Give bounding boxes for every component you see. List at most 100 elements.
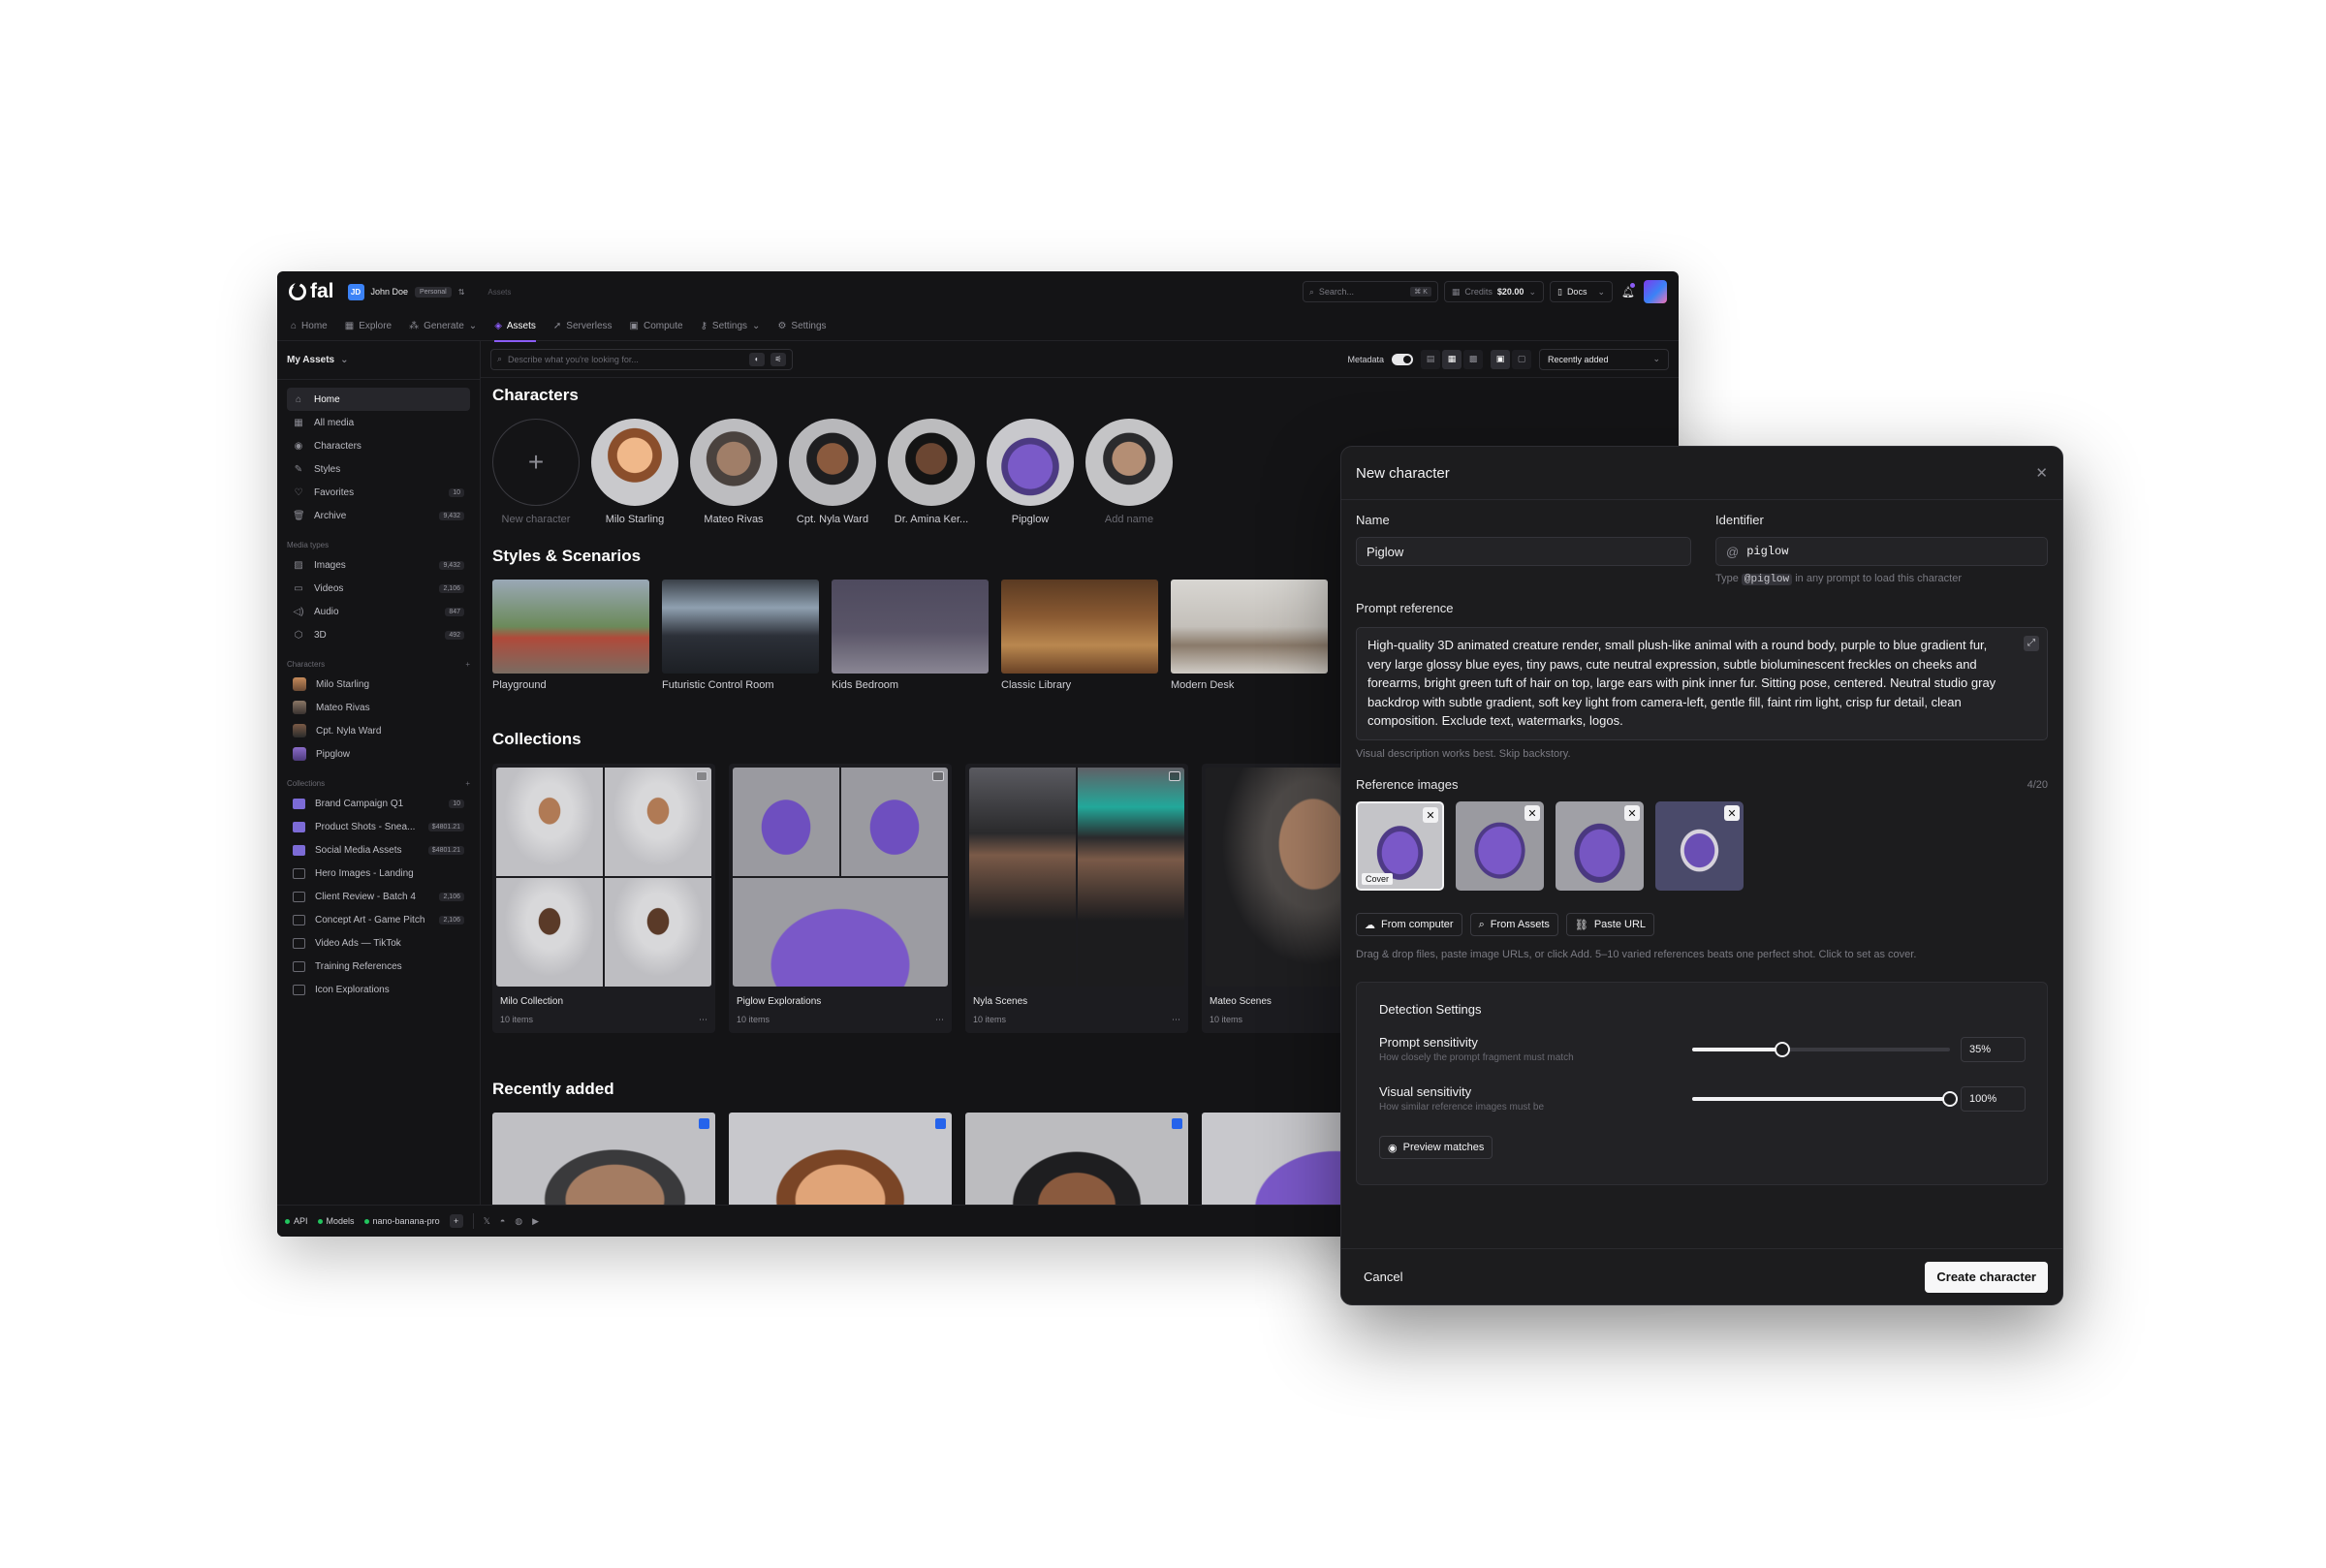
name-input[interactable]: Piglow: [1356, 537, 1691, 566]
character-card[interactable]: Cpt. Nyla Ward: [789, 419, 876, 525]
preview-matches-button[interactable]: ◉ Preview matches: [1379, 1136, 1493, 1159]
collection-card[interactable]: Nyla Scenes 10 items ⋯: [965, 764, 1188, 1033]
reference-image[interactable]: ✕: [1456, 801, 1544, 891]
tab-settings[interactable]: ⚙ Settings: [777, 312, 826, 341]
remove-icon[interactable]: ✕: [1624, 805, 1640, 821]
plus-icon[interactable]: +: [465, 779, 470, 788]
paste-url-button[interactable]: ⛓ Paste URL: [1565, 913, 1655, 936]
slider-handle[interactable]: [1775, 1042, 1791, 1057]
sidebar-item-styles[interactable]: ✎ Styles: [287, 457, 470, 481]
youtube-icon[interactable]: ▶: [532, 1216, 539, 1227]
sidebar-collection[interactable]: Client Review - Batch 4 2,106: [287, 885, 470, 908]
collection-card[interactable]: Milo Collection 10 items ⋯: [492, 764, 715, 1033]
style-card[interactable]: Modern Desk: [1171, 580, 1328, 691]
describe-search-input[interactable]: ⌕ Describe what you're looking for... ◐ …: [490, 348, 793, 370]
create-character-button[interactable]: Create character: [1925, 1261, 2048, 1293]
visual-sensitivity-input[interactable]: 100%: [1961, 1086, 2026, 1112]
sidebar-collection[interactable]: Product Shots - Snea... $4801.21: [287, 815, 470, 838]
sidebar-item-audio[interactable]: ◁) Audio 847: [287, 600, 470, 623]
sidebar-character-mateo[interactable]: Mateo Rivas: [287, 696, 470, 719]
sidebar-item-images[interactable]: ▨ Images 9,432: [287, 553, 470, 577]
slider-handle[interactable]: [1942, 1091, 1958, 1107]
visual-sensitivity-slider[interactable]: [1692, 1091, 1958, 1107]
my-assets-dropdown[interactable]: My Assets ⌄: [277, 349, 480, 380]
character-card[interactable]: Mateo Rivas: [690, 419, 777, 525]
close-icon[interactable]: ✕: [2035, 464, 2048, 482]
more-icon[interactable]: ⋯: [699, 1015, 707, 1025]
sidebar-collection[interactable]: Brand Campaign Q1 10: [287, 792, 470, 815]
character-card[interactable]: Dr. Amina Ker...: [888, 419, 975, 525]
character-card[interactable]: Pipglow: [987, 419, 1074, 525]
filter-icon[interactable]: ⚟: [770, 352, 786, 366]
sidebar-character-milo[interactable]: Milo Starling: [287, 673, 470, 696]
discord-icon[interactable]: ◓: [500, 1216, 505, 1226]
reference-image-cover[interactable]: ✕ Cover: [1356, 801, 1444, 891]
sidebar-collection[interactable]: Icon Explorations: [287, 978, 470, 1001]
add-model-button[interactable]: +: [449, 1214, 463, 1228]
tab-compute[interactable]: ▣ Compute: [630, 312, 683, 341]
recent-asset-card[interactable]: [965, 1113, 1188, 1205]
remove-icon[interactable]: ✕: [1724, 805, 1740, 821]
notifications-button[interactable]: 🔔︎: [1619, 281, 1638, 302]
new-character-card[interactable]: + New character: [492, 419, 580, 525]
prompt-sensitivity-slider[interactable]: [1692, 1042, 1950, 1057]
dense-grid-icon[interactable]: ▩: [1463, 349, 1483, 369]
identifier-input[interactable]: @ piglow: [1715, 537, 2048, 566]
sidebar-item-home[interactable]: ⌂ Home: [287, 388, 470, 411]
models-status[interactable]: Models: [317, 1216, 355, 1226]
tab-serverless[interactable]: ➚ Serverless: [553, 312, 613, 341]
api-status[interactable]: API: [285, 1216, 308, 1226]
docs-button[interactable]: ▯ Docs ⌄: [1549, 281, 1613, 302]
sidebar-item-characters[interactable]: ◉ Characters: [287, 434, 470, 457]
character-card[interactable]: Add name: [1085, 419, 1173, 525]
image-search-icon[interactable]: ◐: [749, 352, 765, 366]
x-icon[interactable]: 𝕏: [484, 1216, 490, 1227]
style-card[interactable]: Kids Bedroom: [832, 580, 989, 691]
prompt-reference-textarea[interactable]: High-quality 3D animated creature render…: [1356, 627, 2048, 740]
tab-home[interactable]: ⌂ Home: [291, 312, 328, 341]
grid-view-icon[interactable]: ▦: [1442, 349, 1462, 369]
sidebar-item-3d[interactable]: ⬡ 3D 492: [287, 623, 470, 646]
sidebar-item-all-media[interactable]: ▦ All media: [287, 411, 470, 434]
metadata-toggle[interactable]: [1392, 353, 1413, 365]
sidebar-item-videos[interactable]: ▭ Videos 2,106: [287, 577, 470, 600]
from-computer-button[interactable]: ☁ From computer: [1356, 913, 1462, 936]
sidebar-item-favorites[interactable]: ♡ Favorites 10: [287, 481, 470, 504]
tab-explore[interactable]: ▦ Explore: [345, 312, 392, 341]
from-assets-button[interactable]: ⌕ From Assets: [1469, 913, 1558, 936]
tab-settings-keys[interactable]: ⚷ Settings ⌄: [701, 312, 761, 341]
tab-assets[interactable]: ◈ Assets: [494, 312, 536, 342]
credits-button[interactable]: ▦ Credits $20.00 ⌄: [1443, 281, 1544, 302]
large-thumbs-icon[interactable]: ▣: [1491, 349, 1510, 369]
sidebar-item-archive[interactable]: 🗑︎ Archive 9,432: [287, 504, 470, 527]
more-icon[interactable]: ⋯: [1172, 1015, 1180, 1025]
github-icon[interactable]: ◍: [515, 1216, 522, 1227]
style-card[interactable]: Playground: [492, 580, 649, 691]
reference-image[interactable]: ✕: [1556, 801, 1644, 891]
remove-icon[interactable]: ✕: [1423, 807, 1438, 823]
more-icon[interactable]: ⋯: [935, 1015, 944, 1025]
fal-logo[interactable]: fal: [289, 280, 334, 303]
sort-dropdown[interactable]: Recently added ⌄: [1539, 348, 1669, 370]
sidebar-collection[interactable]: Concept Art - Game Pitch 2,106: [287, 908, 470, 931]
sidebar-collection[interactable]: Hero Images - Landing: [287, 862, 470, 885]
cancel-button[interactable]: Cancel: [1364, 1270, 1402, 1284]
collection-card[interactable]: Piglow Explorations 10 items ⋯: [729, 764, 952, 1033]
style-card[interactable]: Futuristic Control Room: [662, 580, 819, 691]
tab-generate[interactable]: ⁂ Generate ⌄: [409, 312, 477, 341]
small-thumbs-icon[interactable]: ▢: [1512, 349, 1531, 369]
sidebar-character-nyla[interactable]: Cpt. Nyla Ward: [287, 719, 470, 742]
expand-icon[interactable]: ⤢: [2024, 636, 2039, 651]
sidebar-collection[interactable]: Video Ads — TikTok: [287, 931, 470, 955]
sidebar-collection[interactable]: Social Media Assets $4801.21: [287, 838, 470, 862]
sidebar-collection[interactable]: Training References: [287, 955, 470, 978]
reference-image[interactable]: ✕: [1655, 801, 1744, 891]
prompt-sensitivity-input[interactable]: 35%: [1961, 1037, 2026, 1062]
remove-icon[interactable]: ✕: [1524, 805, 1540, 821]
sidebar-character-pipglow[interactable]: Pipglow: [287, 742, 470, 766]
style-card[interactable]: Classic Library: [1001, 580, 1158, 691]
plus-icon[interactable]: +: [465, 660, 470, 669]
character-card[interactable]: Milo Starling: [591, 419, 678, 525]
list-view-icon[interactable]: ▤: [1421, 349, 1440, 369]
global-search[interactable]: ⌕ Search... ⌘ K: [1302, 281, 1438, 302]
